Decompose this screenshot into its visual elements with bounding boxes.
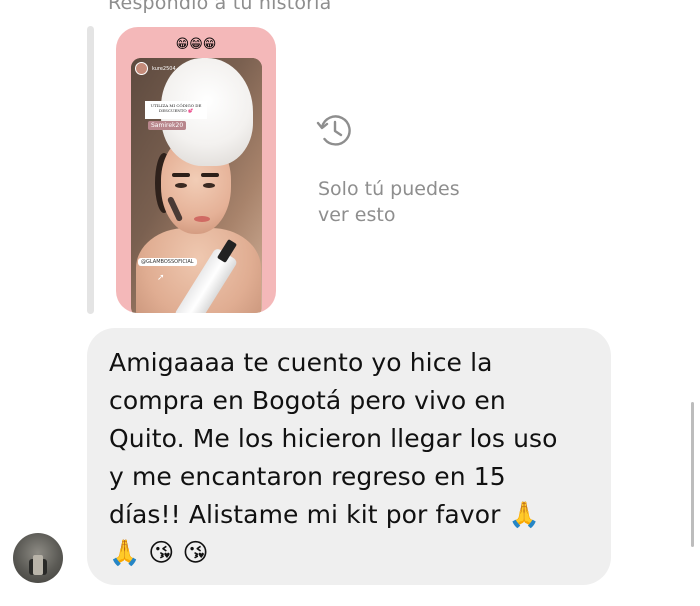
story-discount-code: Samirek20 xyxy=(148,121,187,130)
story-reply-card[interactable]: 😁😁😁 kure2504 UTILIZA MI CÓDIGO DE DESCUE… xyxy=(116,27,276,313)
story-mention-sticker[interactable]: @GLAMBOSSOFICIAL xyxy=(138,258,197,266)
reply-header: Respondió a tu historia xyxy=(108,0,332,14)
photo-lips xyxy=(194,216,210,222)
story-thumbnail[interactable]: kure2504 UTILIZA MI CÓDIGO DE DESCUENTO … xyxy=(131,58,262,313)
reply-indicator-bar xyxy=(87,26,94,314)
story-promo-box: UTILIZA MI CÓDIGO DE DESCUENTO 💕 xyxy=(145,101,207,119)
message-text: Amigaaaa te cuento yo hice la compra en … xyxy=(109,348,558,567)
story-user-avatar xyxy=(135,62,148,75)
story-username: kure2504 xyxy=(152,65,176,72)
dm-thread: Respondió a tu historia 😁😁😁 kure2504 UTI… xyxy=(0,0,700,606)
avatar-figure xyxy=(33,555,43,575)
story-user: kure2504 xyxy=(135,62,176,75)
photo-eye-right xyxy=(203,183,215,188)
history-icon xyxy=(316,115,351,146)
sender-avatar[interactable] xyxy=(13,533,63,583)
story-emojis: 😁😁😁 xyxy=(175,37,217,52)
privacy-note-text: Solo tú puedes ver esto xyxy=(318,178,460,226)
privacy-note: Solo tú puedes ver esto xyxy=(318,176,518,228)
photo-brow-right xyxy=(201,173,219,177)
message-bubble[interactable]: Amigaaaa te cuento yo hice la compra en … xyxy=(87,328,611,585)
scrollbar[interactable] xyxy=(691,402,694,547)
photo-eye-left xyxy=(175,183,187,188)
tap-cursor-icon: ➚ xyxy=(157,273,165,283)
photo-brow-left xyxy=(172,173,190,177)
